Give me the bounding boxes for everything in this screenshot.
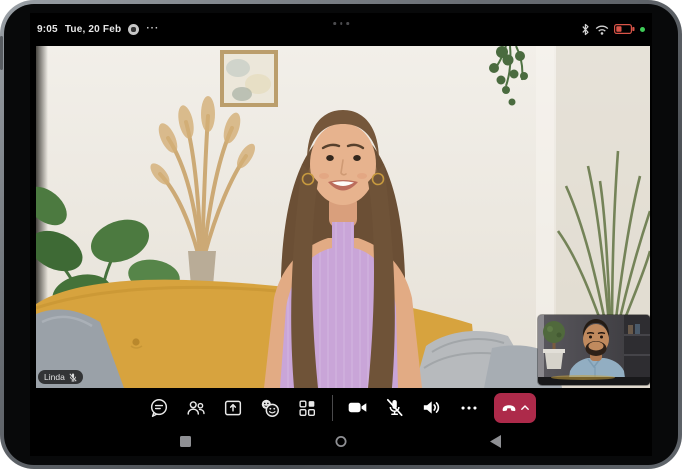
framed-art <box>220 50 278 107</box>
status-date: Tue, 20 Feb <box>65 24 121 35</box>
notification-app-icon <box>128 24 139 35</box>
participants-button[interactable] <box>184 396 208 420</box>
apps-button[interactable] <box>295 396 319 420</box>
participant-name: Linda <box>44 372 65 382</box>
share-screen-button[interactable] <box>221 396 245 420</box>
bluetooth-icon <box>581 23 590 36</box>
control-divider <box>332 395 333 421</box>
people-icon <box>185 397 207 419</box>
front-camera-dots <box>333 22 349 25</box>
remote-video-feed[interactable]: Linda <box>36 46 650 388</box>
triangle-left-icon <box>490 435 501 448</box>
tablet-device: 9:05 Tue, 20 Feb ··· <box>0 0 682 469</box>
call-control-bar <box>30 389 652 426</box>
ellipsis-icon <box>458 397 480 419</box>
wifi-icon <box>595 24 609 35</box>
circle-icon <box>335 434 347 449</box>
back-button[interactable] <box>483 429 507 453</box>
status-bar-right <box>581 23 647 36</box>
apps-grid-icon <box>296 397 318 419</box>
battery-low-icon <box>614 23 635 35</box>
screen: 9:05 Tue, 20 Feb ··· <box>30 13 652 456</box>
camera-active-indicator <box>640 27 645 32</box>
participant-name-badge: Linda <box>38 370 83 384</box>
reactions-button[interactable] <box>258 396 282 420</box>
chevron-up-icon <box>521 405 529 410</box>
speaker-icon <box>420 396 443 419</box>
more-options-button[interactable] <box>457 396 481 420</box>
mic-toggle-button[interactable] <box>383 396 407 420</box>
home-button[interactable] <box>329 429 353 453</box>
self-view-video[interactable] <box>538 315 650 385</box>
status-bar-left: 9:05 Tue, 20 Feb ··· <box>35 24 159 35</box>
android-nav-bar <box>30 426 652 456</box>
square-icon <box>180 436 191 447</box>
chat-bubble-icon <box>148 397 170 419</box>
status-time: 9:05 <box>37 24 58 35</box>
self-view-scene <box>538 315 650 385</box>
hang-up-phone-icon <box>500 399 518 417</box>
speaker-button[interactable] <box>420 396 444 420</box>
reactions-smileys-icon <box>259 397 281 419</box>
volume-button <box>0 36 3 70</box>
video-camera-icon <box>346 396 369 419</box>
recents-button[interactable] <box>173 429 197 453</box>
mic-muted-icon <box>383 396 406 419</box>
hang-up-button[interactable] <box>494 393 536 423</box>
chat-button[interactable] <box>147 396 171 420</box>
camera-toggle-button[interactable] <box>346 396 370 420</box>
status-more-indicator: ··· <box>146 24 159 34</box>
muted-mic-icon <box>69 373 77 382</box>
share-tray-icon <box>222 397 244 419</box>
